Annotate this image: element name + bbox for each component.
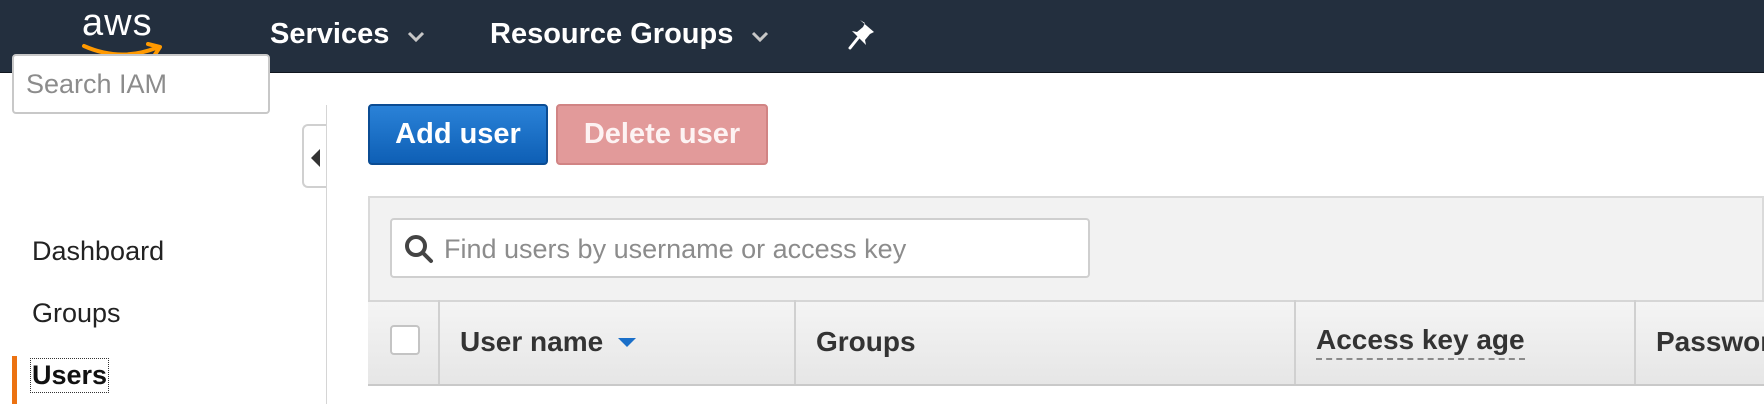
column-access-key-age-label: Access key age: [1316, 324, 1525, 360]
nav-resource-groups-label: Resource Groups: [490, 17, 734, 50]
column-groups-label: Groups: [816, 326, 916, 357]
sidebar-divider: [326, 105, 327, 404]
caret-left-icon: [311, 149, 320, 167]
active-item-indicator: [12, 356, 17, 404]
chevron-down-icon: [751, 18, 769, 51]
select-all-checkbox[interactable]: [390, 325, 420, 355]
column-user-name-label: User name: [460, 326, 604, 357]
pin-icon[interactable]: [848, 18, 878, 50]
column-divider: [1294, 300, 1296, 384]
search-icon: [405, 235, 433, 263]
column-header-user-name[interactable]: User name: [460, 300, 637, 384]
column-header-groups[interactable]: Groups: [816, 300, 916, 384]
search-iam-input[interactable]: [12, 54, 270, 114]
add-user-button[interactable]: Add user: [368, 104, 548, 165]
collapse-sidebar-button[interactable]: [302, 124, 326, 188]
filter-box: [390, 218, 1090, 278]
nav-services-label: Services: [270, 17, 390, 50]
column-divider: [794, 300, 796, 384]
sidebar-item-dashboard[interactable]: Dashboard: [32, 236, 164, 267]
sidebar-item-users[interactable]: Users: [29, 358, 110, 393]
column-header-password-age[interactable]: Password age: [1656, 300, 1764, 384]
column-divider: [438, 300, 440, 384]
column-password-age-label: Password age: [1656, 326, 1764, 357]
delete-user-button[interactable]: Delete user: [556, 104, 768, 165]
sort-desc-icon: [618, 338, 637, 347]
sidebar-item-groups[interactable]: Groups: [32, 298, 121, 329]
nav-resource-groups[interactable]: Resource Groups: [490, 14, 769, 54]
find-users-input[interactable]: [442, 228, 1076, 270]
column-divider: [1634, 300, 1636, 384]
nav-services[interactable]: Services: [270, 14, 425, 54]
chevron-down-icon: [407, 18, 425, 51]
column-header-access-key-age[interactable]: Access key age: [1316, 300, 1525, 384]
